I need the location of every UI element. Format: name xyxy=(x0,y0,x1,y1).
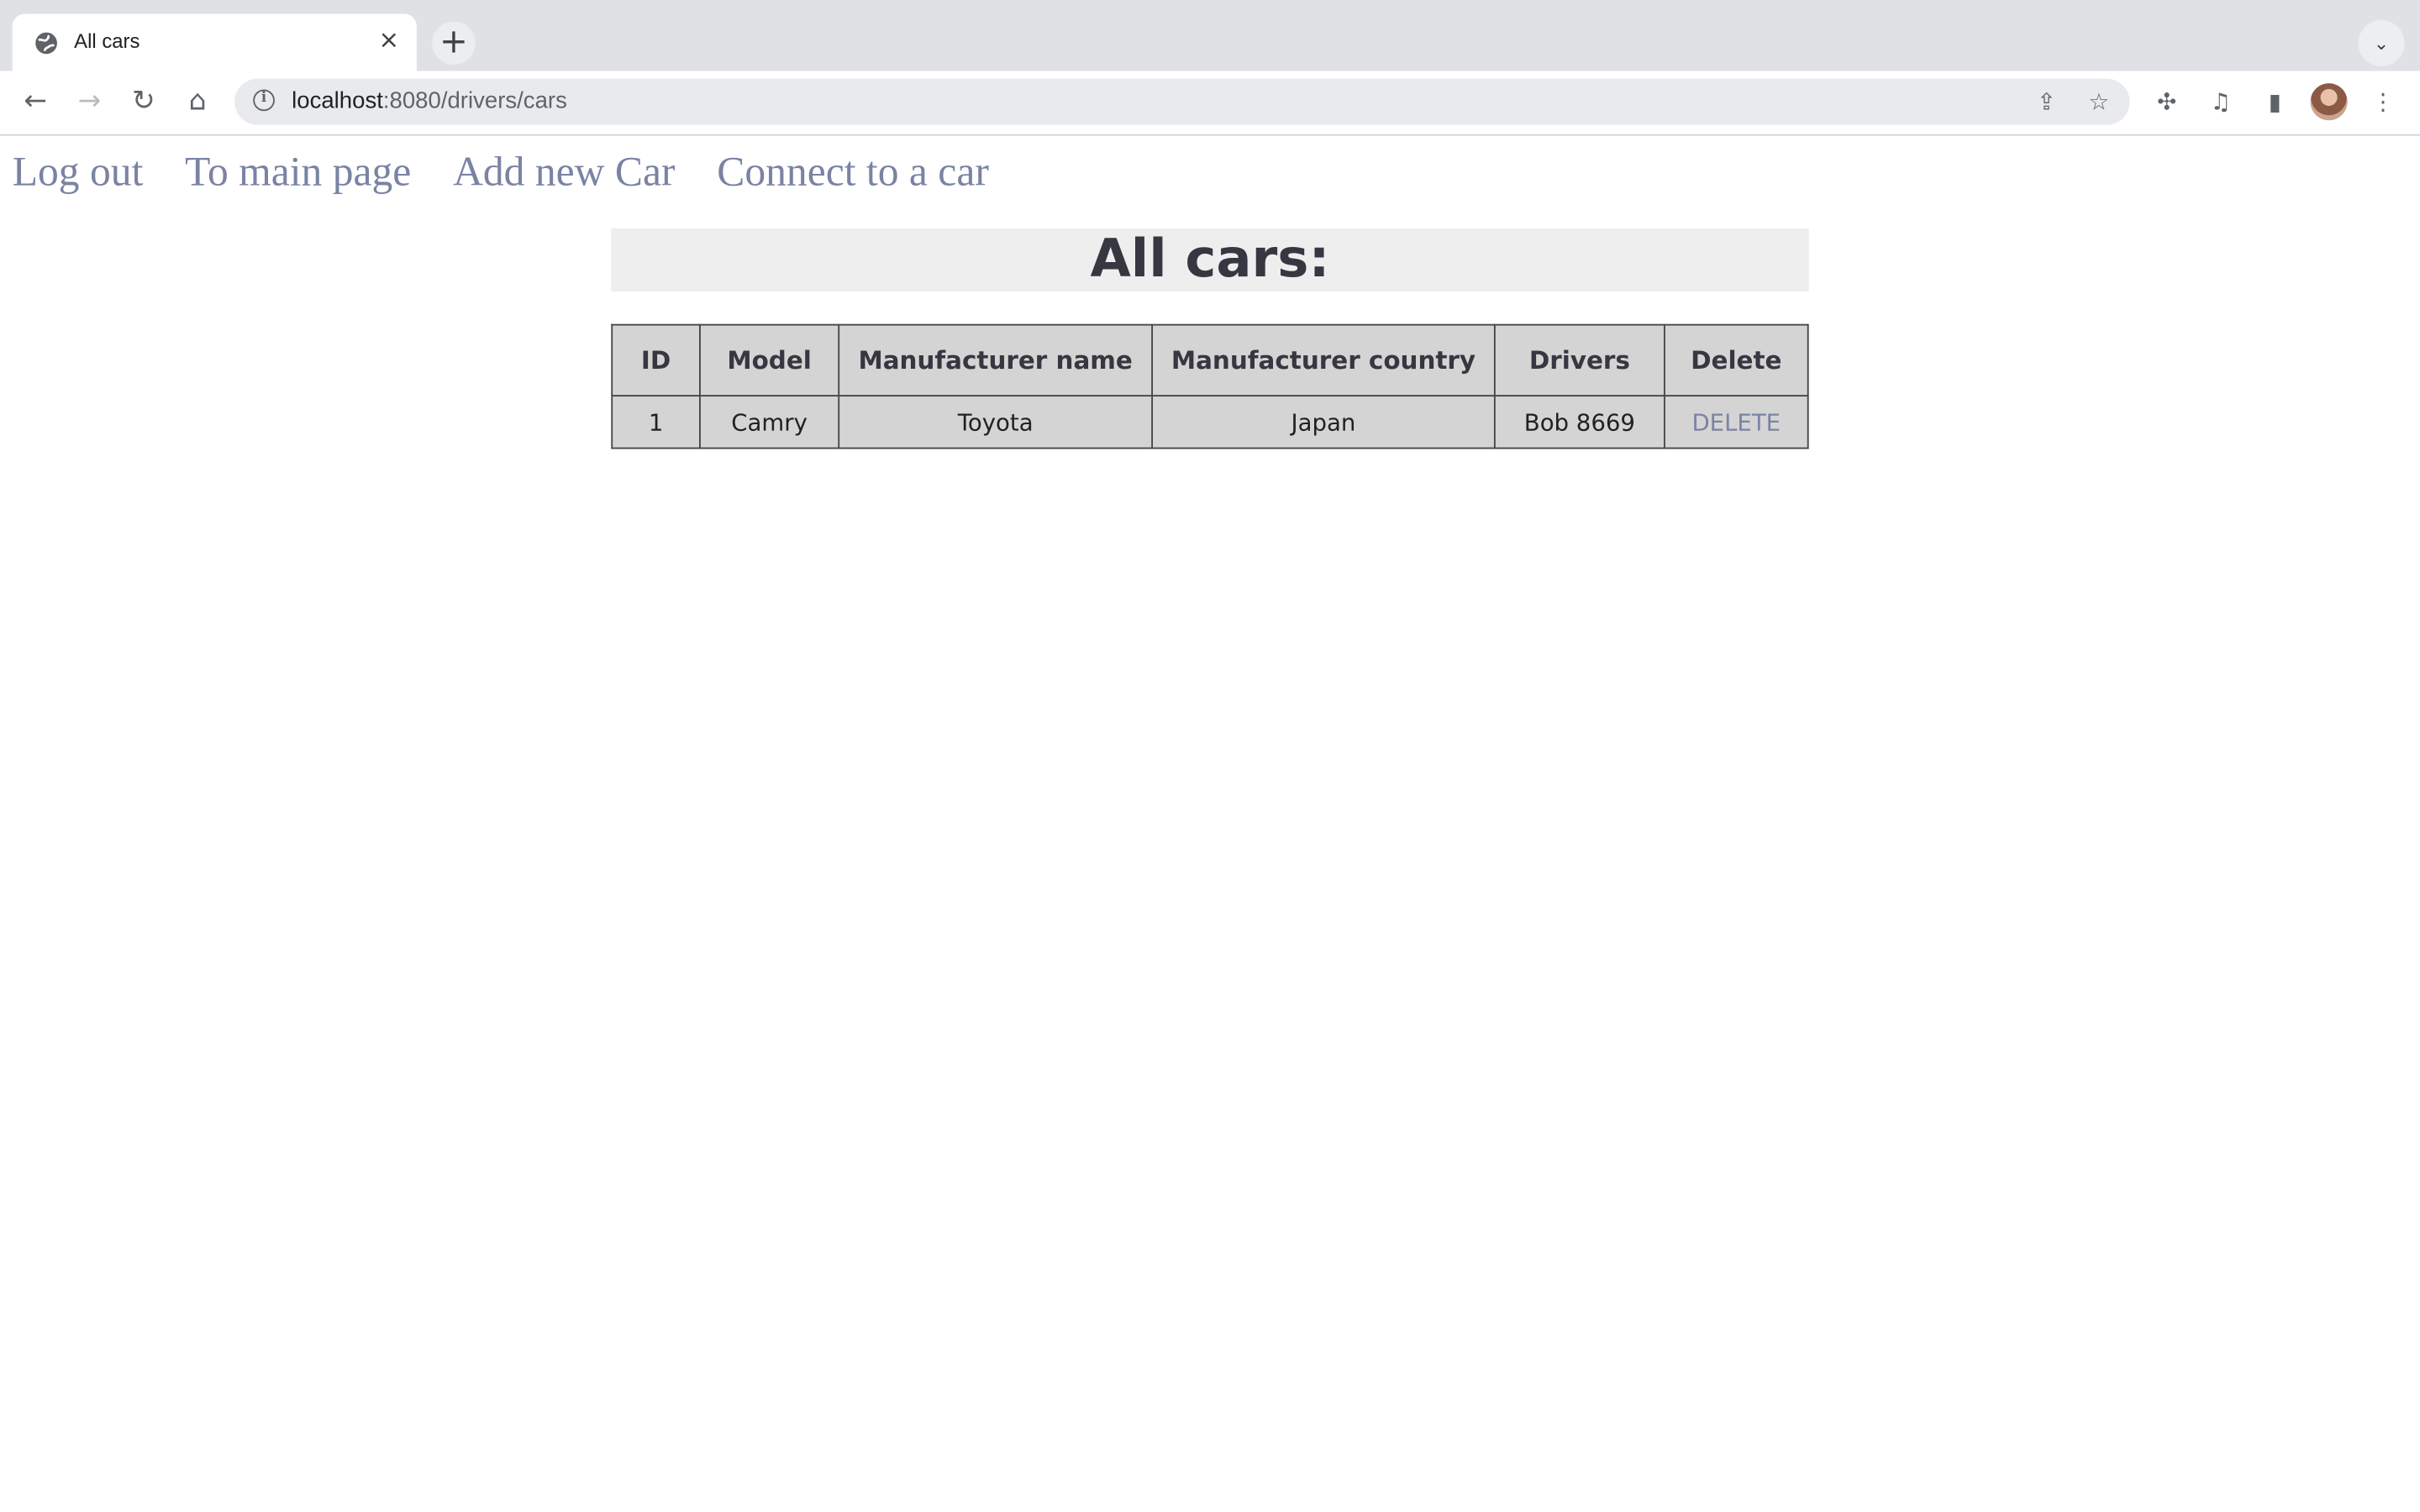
share-icon[interactable]: ⇪ xyxy=(2031,87,2062,118)
cell-manufacturer-country: Japan xyxy=(1151,395,1496,449)
column-header-drivers: Drivers xyxy=(1493,323,1665,397)
cell-manufacturer-name: Toyota xyxy=(838,395,1154,449)
back-arrow-icon[interactable]: ← xyxy=(17,83,54,120)
logout-link[interactable]: Log out xyxy=(13,148,144,196)
more-menu-icon[interactable]: ⋮ xyxy=(2366,85,2400,118)
url-host: localhost xyxy=(292,87,383,114)
page-title: All cars: xyxy=(1090,228,1330,291)
new-tab-button[interactable]: + xyxy=(432,21,476,66)
table-header-row: ID Model Manufacturer name Manufacturer … xyxy=(611,323,1809,397)
address-bar[interactable]: i localhost:8080/drivers/cars ⇪ ☆ xyxy=(234,78,2130,125)
browser-tabstrip: All cars × + ⌄ xyxy=(0,0,2420,71)
home-icon[interactable]: ⌂ xyxy=(179,83,216,120)
site-info-icon[interactable]: i xyxy=(253,89,275,112)
globe-icon xyxy=(35,32,57,55)
column-header-id: ID xyxy=(611,323,701,397)
cell-drivers: Bob 8669 xyxy=(1493,395,1665,449)
extensions-puzzle-icon[interactable]: ✣ xyxy=(2150,85,2184,118)
table-row: 1 Camry Toyota Japan Bob 8669 DELETE xyxy=(611,395,1809,449)
forward-arrow-icon[interactable]: → xyxy=(71,83,108,120)
browser-tab[interactable]: All cars × xyxy=(12,13,417,71)
column-header-manufacturer-name: Manufacturer name xyxy=(838,323,1154,397)
delete-car-link[interactable]: DELETE xyxy=(1691,408,1781,436)
tab-title: All cars xyxy=(74,29,140,53)
add-new-car-link[interactable]: Add new Car xyxy=(453,148,675,196)
page-heading-bar: All cars: xyxy=(611,228,1809,292)
media-control-icon[interactable]: ♫ xyxy=(2204,85,2238,118)
side-panel-icon[interactable]: ▮ xyxy=(2258,85,2291,118)
tab-search-chevron-icon[interactable]: ⌄ xyxy=(2358,19,2405,66)
bookmark-star-icon[interactable]: ☆ xyxy=(2084,87,2115,118)
connect-to-car-link[interactable]: Connect to a car xyxy=(717,148,989,196)
close-tab-icon[interactable]: × xyxy=(376,27,401,52)
browser-toolbar: ← → ↻ ⌂ i localhost:8080/drivers/cars ⇪ … xyxy=(0,71,2420,136)
cell-delete: DELETE xyxy=(1663,395,1809,449)
cell-model: Camry xyxy=(699,395,840,449)
page-content: Log out To main page Add new Car Connect… xyxy=(0,135,2420,1512)
cell-id: 1 xyxy=(611,395,701,449)
column-header-model: Model xyxy=(699,323,840,397)
cars-table: ID Model Manufacturer name Manufacturer … xyxy=(611,323,1809,449)
column-header-manufacturer-country: Manufacturer country xyxy=(1151,323,1496,397)
main-page-link[interactable]: To main page xyxy=(185,148,411,196)
column-header-delete: Delete xyxy=(1663,323,1809,397)
url-path: :8080/drivers/cars xyxy=(382,87,567,114)
reload-icon[interactable]: ↻ xyxy=(125,83,162,120)
url-text[interactable]: localhost:8080/drivers/cars xyxy=(292,88,567,114)
profile-avatar[interactable] xyxy=(2310,83,2348,121)
top-navigation: Log out To main page Add new Car Connect… xyxy=(13,148,1023,196)
